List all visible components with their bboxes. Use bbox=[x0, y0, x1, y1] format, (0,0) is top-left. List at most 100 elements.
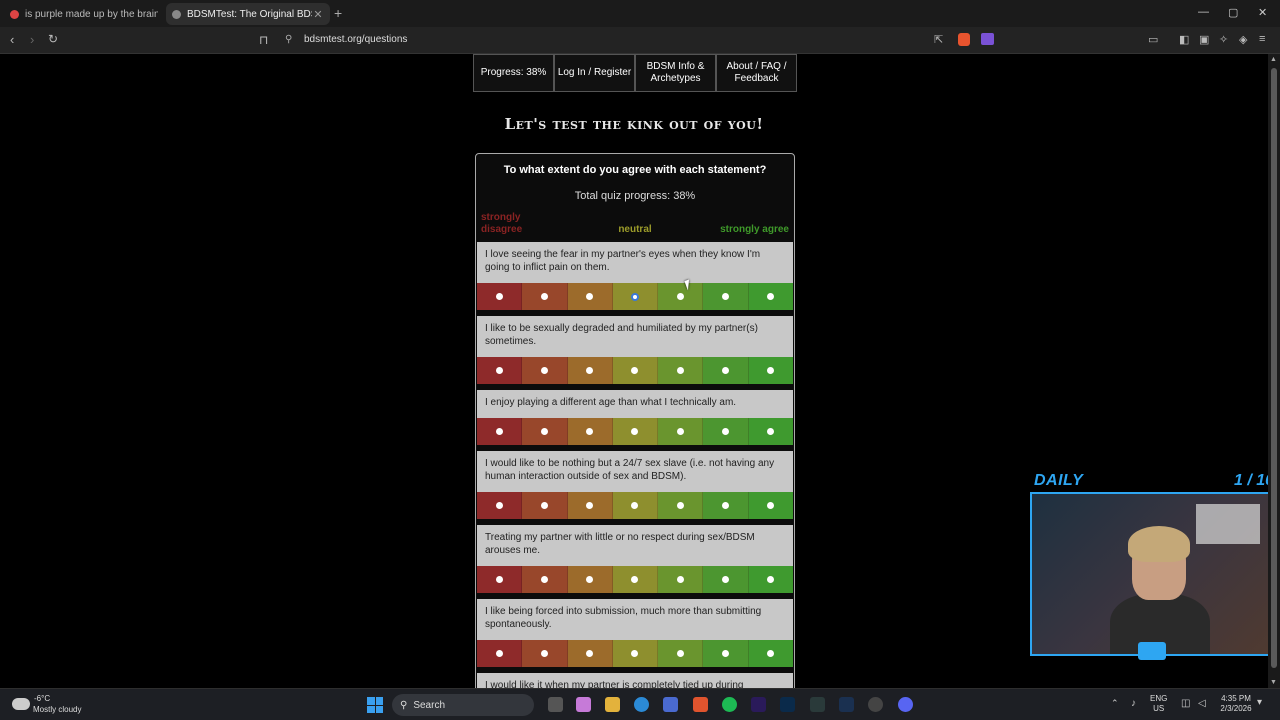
back-icon[interactable]: ‹ bbox=[10, 32, 14, 47]
scrollbar-thumb[interactable] bbox=[1271, 68, 1277, 668]
radio-button[interactable] bbox=[676, 650, 684, 657]
answer-option[interactable] bbox=[567, 492, 613, 519]
close-tab-icon[interactable]: ✕ bbox=[312, 8, 324, 21]
network-icon[interactable]: ◫ bbox=[1181, 698, 1190, 709]
answer-option[interactable] bbox=[522, 566, 568, 593]
site-info-icon[interactable]: ⚲ bbox=[285, 34, 292, 45]
url-field[interactable]: bdsmtest.org/questions bbox=[304, 34, 407, 45]
weather-condition[interactable]: Mostly cloudy bbox=[33, 705, 81, 714]
discord-icon[interactable] bbox=[898, 697, 913, 712]
answer-option[interactable] bbox=[522, 492, 568, 519]
answer-option[interactable] bbox=[748, 566, 793, 593]
radio-button[interactable] bbox=[676, 293, 684, 300]
answer-option[interactable] bbox=[748, 640, 793, 667]
nav-info[interactable]: BDSM Info & Archetypes bbox=[635, 54, 716, 92]
radio-button[interactable] bbox=[540, 576, 548, 583]
answer-option[interactable] bbox=[612, 283, 659, 310]
spotify-icon[interactable] bbox=[722, 697, 737, 712]
radio-button[interactable] bbox=[495, 650, 503, 657]
answer-option[interactable] bbox=[748, 418, 793, 445]
premiere-icon[interactable] bbox=[751, 697, 766, 712]
answer-option[interactable] bbox=[748, 283, 793, 310]
radio-button[interactable] bbox=[676, 428, 684, 435]
answer-option[interactable] bbox=[477, 283, 523, 310]
radio-button[interactable] bbox=[631, 502, 639, 509]
start-menu-icon[interactable] bbox=[367, 697, 383, 713]
browser-tab[interactable]: is purple made up by the brain - Brav bbox=[4, 3, 164, 25]
radio-button[interactable] bbox=[630, 292, 639, 301]
taskbar-search[interactable]: ⚲ Search bbox=[392, 694, 534, 716]
answer-option[interactable] bbox=[612, 566, 659, 593]
forward-icon[interactable]: › bbox=[30, 32, 34, 47]
answer-option[interactable] bbox=[477, 418, 523, 445]
steam-icon[interactable] bbox=[839, 697, 854, 712]
answer-option[interactable] bbox=[703, 283, 749, 310]
radio-button[interactable] bbox=[722, 367, 730, 374]
bookmark-icon[interactable]: ⊓ bbox=[259, 33, 268, 47]
system-clock[interactable]: 4:35 PM 2/3/2026 bbox=[1218, 694, 1254, 714]
weather-cloud-icon[interactable] bbox=[12, 698, 30, 710]
radio-button[interactable] bbox=[767, 428, 775, 435]
capcut-icon[interactable] bbox=[810, 697, 825, 712]
reader-mode-icon[interactable]: ▭ bbox=[1148, 33, 1158, 46]
notification-icon[interactable]: ▾ bbox=[1257, 697, 1262, 708]
new-tab-button[interactable]: + bbox=[334, 5, 342, 21]
scroll-up-icon[interactable]: ▲ bbox=[1270, 56, 1277, 63]
microphone-icon[interactable]: ♪ bbox=[1131, 698, 1136, 709]
page-scrollbar[interactable]: ▲ ▼ bbox=[1268, 54, 1280, 688]
radio-button[interactable] bbox=[722, 650, 730, 657]
radio-button[interactable] bbox=[495, 428, 503, 435]
answer-option[interactable] bbox=[477, 566, 523, 593]
copilot-icon[interactable] bbox=[576, 697, 591, 712]
sidebar-icon[interactable]: ◧ bbox=[1179, 33, 1189, 46]
radio-button[interactable] bbox=[631, 576, 639, 583]
radio-button[interactable] bbox=[540, 650, 548, 657]
file-explorer-icon[interactable] bbox=[605, 697, 620, 712]
store-icon[interactable] bbox=[663, 697, 678, 712]
answer-option[interactable] bbox=[567, 418, 613, 445]
answer-option[interactable] bbox=[612, 492, 659, 519]
radio-button[interactable] bbox=[540, 367, 548, 374]
nav-progress[interactable]: Progress: 38% bbox=[473, 54, 554, 92]
answer-option[interactable] bbox=[703, 418, 749, 445]
radio-button[interactable] bbox=[495, 502, 503, 509]
nav-login[interactable]: Log In / Register bbox=[554, 54, 635, 92]
radio-button[interactable] bbox=[676, 576, 684, 583]
answer-option[interactable] bbox=[567, 640, 613, 667]
answer-option[interactable] bbox=[658, 640, 704, 667]
radio-button[interactable] bbox=[495, 576, 503, 583]
radio-button[interactable] bbox=[767, 576, 775, 583]
radio-button[interactable] bbox=[722, 428, 730, 435]
answer-option[interactable] bbox=[567, 283, 613, 310]
answer-option[interactable] bbox=[522, 640, 568, 667]
radio-button[interactable] bbox=[631, 367, 639, 374]
vpn-icon[interactable]: ◈ bbox=[1239, 33, 1247, 46]
radio-button[interactable] bbox=[676, 502, 684, 509]
radio-button[interactable] bbox=[495, 367, 503, 374]
obs-icon[interactable] bbox=[868, 697, 883, 712]
answer-option[interactable] bbox=[477, 492, 523, 519]
radio-button[interactable] bbox=[676, 367, 684, 374]
share-icon[interactable]: ⇱ bbox=[934, 33, 943, 46]
radio-button[interactable] bbox=[586, 293, 594, 300]
photoshop-icon[interactable] bbox=[780, 697, 795, 712]
brave-rewards-icon[interactable] bbox=[981, 33, 994, 45]
minimize-button[interactable]: — bbox=[1198, 6, 1209, 18]
restore-button[interactable]: ▢ bbox=[1228, 6, 1238, 19]
answer-option[interactable] bbox=[567, 566, 613, 593]
radio-button[interactable] bbox=[722, 293, 730, 300]
answer-option[interactable] bbox=[477, 640, 523, 667]
answer-option[interactable] bbox=[658, 492, 704, 519]
brave-shields-icon[interactable] bbox=[958, 33, 970, 46]
radio-button[interactable] bbox=[722, 576, 730, 583]
wallet-icon[interactable]: ▣ bbox=[1199, 33, 1209, 46]
radio-button[interactable] bbox=[631, 650, 639, 657]
task-view-icon[interactable] bbox=[548, 697, 563, 712]
radio-button[interactable] bbox=[586, 576, 594, 583]
nav-about[interactable]: About / FAQ / Feedback bbox=[716, 54, 797, 92]
answer-option[interactable] bbox=[748, 492, 793, 519]
answer-option[interactable] bbox=[567, 357, 613, 384]
answer-option[interactable] bbox=[658, 566, 704, 593]
answer-option[interactable] bbox=[703, 492, 749, 519]
radio-button[interactable] bbox=[767, 502, 775, 509]
